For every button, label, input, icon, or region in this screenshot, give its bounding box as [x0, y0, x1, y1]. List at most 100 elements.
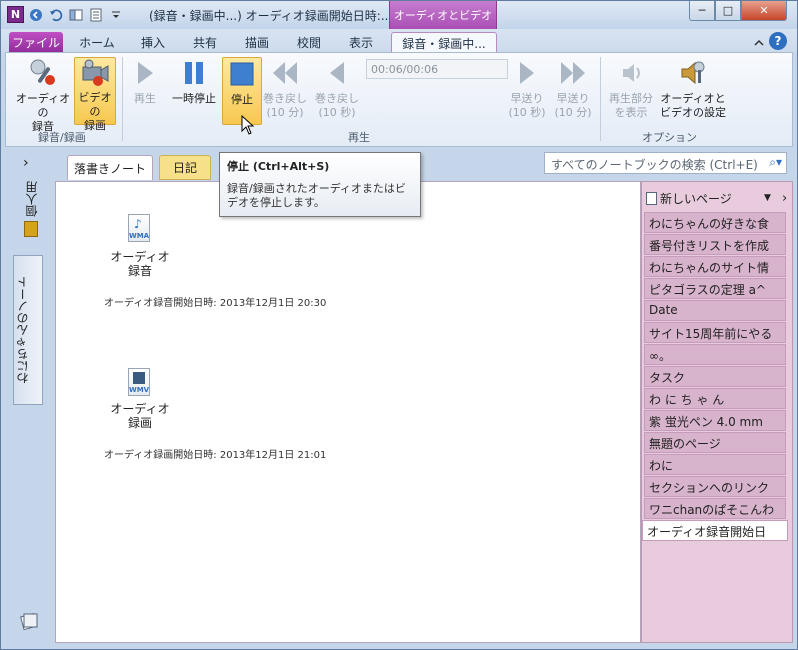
film-icon [133, 372, 145, 384]
forward-10min-button[interactable]: 早送り (10 分) [550, 57, 596, 120]
video-timestamp: オーディオ録画開始日時: 2013年12月1日 21:01 [104, 450, 327, 461]
minimize-ribbon-icon[interactable] [751, 35, 767, 51]
av-settings-button[interactable]: オーディオと ビデオの設定 [660, 57, 726, 120]
page-item[interactable]: Date [644, 300, 786, 321]
stop-icon [226, 58, 258, 90]
speaker-settings-icon [677, 57, 709, 89]
help-icon[interactable]: ? [769, 32, 787, 50]
onenote-logo-icon[interactable]: N [7, 6, 24, 23]
search-icon[interactable]: ⌕▾ [769, 155, 782, 170]
forward-10sec-label-2: (10 秒) [508, 106, 546, 119]
record-audio-button[interactable]: オーディオの 録音 [12, 57, 74, 134]
full-page-view-icon[interactable] [88, 7, 104, 23]
wma-file-icon[interactable]: ♪ WMA [128, 214, 150, 242]
tab-insert[interactable]: 挿入 [133, 32, 173, 53]
forward-10sec-label-1: 早送り [510, 92, 544, 105]
notebook-list-icon[interactable] [19, 611, 39, 634]
rewind-10min-label-1: 巻き戻し [263, 92, 307, 105]
notebook-nav: › 個人用 わにちゃんのノート [5, 151, 45, 641]
rewind-10sec-label-1: 巻き戻し [315, 92, 359, 105]
record-video-label-2: 録画 [84, 119, 106, 132]
tab-review[interactable]: 校閲 [289, 32, 329, 53]
wma-badge: WMA [129, 232, 150, 240]
new-page-button[interactable]: 新しいページ ▼ › [646, 188, 790, 208]
minimize-button[interactable]: ─ [689, 1, 715, 21]
tab-view[interactable]: 表示 [341, 32, 381, 53]
tab-share[interactable]: 共有 [185, 32, 225, 53]
play-button[interactable]: 再生 [128, 57, 162, 106]
av-settings-label-1: オーディオと [660, 92, 726, 105]
undo-icon[interactable] [48, 7, 64, 23]
forward-10sec-button[interactable]: 早送り (10 秒) [506, 57, 548, 120]
section-tab-diary[interactable]: 日記 [159, 155, 211, 180]
section-tab-rakugaki[interactable]: 落書きノート [67, 155, 153, 180]
page-item[interactable]: わにちゃんの好きな食 [644, 212, 786, 233]
audio-file-label-1: オーディオ [110, 250, 170, 264]
search-input[interactable]: すべてのノートブックの検索 (Ctrl+E) ⌕▾ [544, 152, 787, 174]
video-file-label-2: 録画 [127, 416, 152, 430]
onenote-window: N (録音・録画中...) オーディオ録画開始日時:... オーディオとビデオ … [0, 0, 798, 650]
av-settings-label-2: ビデオの設定 [660, 106, 726, 119]
rewind-icon [269, 57, 301, 89]
rewind-10min-button[interactable]: 巻き戻し (10 分) [260, 57, 310, 120]
step-back-icon [321, 57, 353, 89]
audio-file-label: オーディオ 録音 [104, 250, 176, 278]
rewind-10sec-button[interactable]: 巻き戻し (10 秒) [312, 57, 362, 120]
ribbon-tabs: ファイル ホーム 挿入 共有 描画 校閲 表示 録音・録画中... ? [1, 29, 797, 53]
page-item[interactable]: 紫 蛍光ペン 4.0 mm [644, 410, 786, 431]
expand-nav-icon[interactable]: › [23, 155, 29, 171]
ribbon: オーディオの 録音 ビデオの 録画 録音/録画 再生 一時停止 停止 巻き戻し … [5, 52, 793, 147]
pause-button[interactable]: 一時停止 [166, 57, 222, 106]
tab-recording[interactable]: 録音・録画中... [391, 32, 497, 53]
page-item[interactable]: 番号付きリストを作成 [644, 234, 786, 255]
rewind-10min-label-2: (10 分) [266, 106, 304, 119]
page-item[interactable]: ∞。 [644, 344, 786, 365]
window-title: (録音・録画中...) オーディオ録画開始日時:... [149, 9, 393, 23]
tab-home[interactable]: ホーム [77, 32, 117, 53]
notebook-personal-label: 個人用 [24, 181, 39, 217]
page-item-selected[interactable]: オーディオ録音開始日 [642, 520, 788, 541]
page-item[interactable]: サイト15周年前にやる [644, 322, 786, 343]
page-item[interactable]: タスク [644, 366, 786, 387]
page-item[interactable]: わに [644, 454, 786, 475]
notebook-icon [24, 221, 38, 237]
page-list: 新しいページ ▼ › わにちゃんの好きな食 番号付きリストを作成 わにちゃんのサ… [641, 181, 793, 643]
dock-icon[interactable] [68, 7, 84, 23]
chevron-right-icon[interactable]: › [782, 191, 787, 206]
page-item[interactable]: セクションへのリンク [644, 476, 786, 497]
page-canvas[interactable]: ♪ WMA オーディオ 録音 オーディオ録音開始日時: 2013年12月1日 2… [55, 181, 641, 643]
quick-access-toolbar: N [7, 6, 124, 23]
maximize-button[interactable]: □ [715, 1, 741, 21]
record-video-label-1: ビデオの [78, 91, 112, 118]
notebook-wani-label: わにちゃんのノート [16, 276, 30, 384]
search-placeholder: すべてのノートブックの検索 (Ctrl+E) [551, 158, 758, 172]
back-icon[interactable] [28, 7, 44, 23]
tooltip-description: 録音/録画されたオーディオまたはビデオを停止します。 [227, 182, 406, 209]
audio-timestamp: オーディオ録音開始日時: 2013年12月1日 20:30 [104, 298, 327, 309]
pause-icon [178, 57, 210, 89]
show-playing-label-1: 再生部分 [609, 92, 653, 105]
video-file-label-1: オーディオ [110, 402, 170, 416]
context-tab-audio-video: オーディオとビデオ [389, 1, 497, 29]
group-record-label: 録音/録画 [38, 131, 86, 144]
page-item[interactable]: ピタゴラスの定理 a^ [644, 278, 786, 299]
wmv-file-icon[interactable]: WMV [128, 368, 150, 396]
notebook-wani[interactable]: わにちゃんのノート [13, 255, 43, 405]
page-item[interactable]: ワニchanのぱそこんわ [644, 498, 786, 519]
page-item[interactable]: わにちゃんのサイト情 [644, 256, 786, 277]
tab-draw[interactable]: 描画 [237, 32, 277, 53]
page-item[interactable]: 無題のページ [644, 432, 786, 453]
forward-10min-label-2: (10 分) [554, 106, 592, 119]
record-video-button[interactable]: ビデオの 録画 [74, 57, 116, 132]
close-button[interactable]: ✕ [741, 1, 787, 21]
notebook-personal[interactable]: 個人用 [17, 181, 45, 253]
new-page-icon [646, 191, 657, 205]
customize-qat-icon[interactable] [108, 7, 124, 23]
tab-file[interactable]: ファイル [9, 32, 63, 53]
step-forward-icon [511, 57, 543, 89]
page-item[interactable]: わ に ち ゃ ん [644, 388, 786, 409]
microphone-icon [27, 57, 59, 89]
dropdown-icon[interactable]: ▼ [764, 193, 771, 203]
video-camera-icon [79, 58, 111, 88]
show-playing-page-button[interactable]: 再生部分 を表示 [604, 57, 658, 120]
